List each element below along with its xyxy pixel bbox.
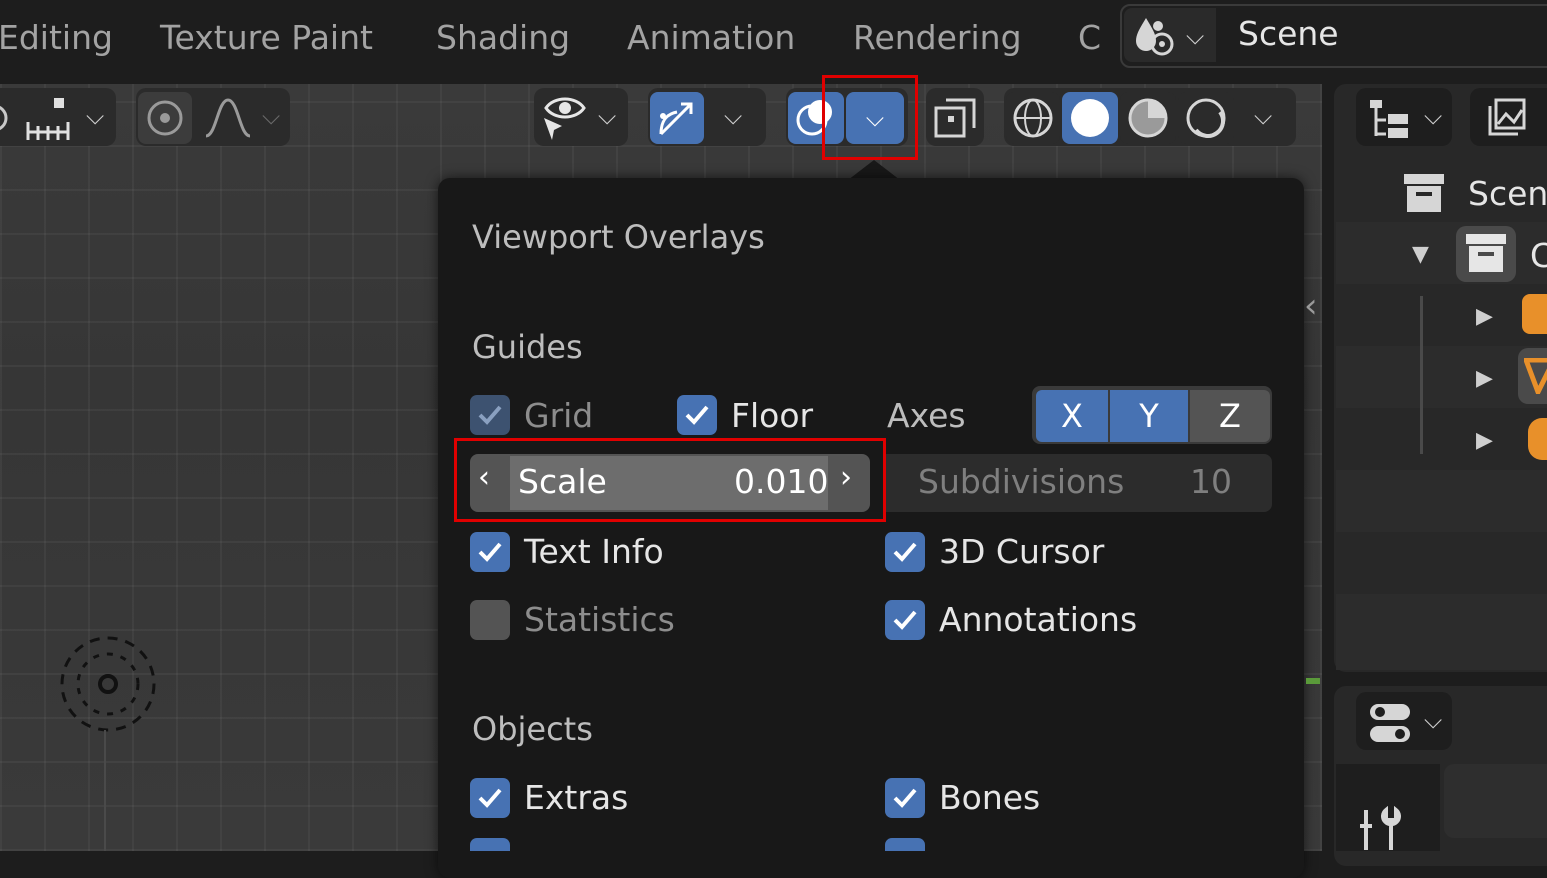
tab-texture-paint[interactable]: Texture Paint <box>160 18 373 57</box>
statistics-label: Statistics <box>524 600 675 639</box>
text-info-label: Text Info <box>524 532 664 571</box>
3d-cursor-label: 3D Cursor <box>939 532 1105 571</box>
outliner-row-stripe <box>1336 346 1547 408</box>
outliner-row-stripe <box>1336 470 1547 532</box>
wireframe-sphere-icon <box>1013 98 1053 138</box>
snap-increment-icon[interactable] <box>24 96 72 140</box>
annotations-checkbox[interactable] <box>885 600 925 640</box>
checkmark-icon <box>893 542 917 562</box>
mesh-object-icon-bg <box>1518 348 1547 404</box>
proportional-edit-icon <box>147 100 183 136</box>
checkmark-icon <box>685 405 709 425</box>
rendered-shading-button[interactable] <box>1178 92 1234 144</box>
objects-section-title: Objects <box>472 710 593 748</box>
chevron-down-icon[interactable]: ⌵ <box>86 104 104 128</box>
axis-y-toggle[interactable]: Y <box>1110 390 1188 442</box>
tab-rendering[interactable]: Rendering <box>853 18 1022 57</box>
outliner-scene-label[interactable]: Scen <box>1468 174 1547 213</box>
wireframe-shading-button[interactable] <box>1006 92 1060 144</box>
annotations-label: Annotations <box>939 600 1138 639</box>
motion-paths-checkbox[interactable] <box>885 838 925 851</box>
outliner-collection-label[interactable]: C <box>1530 236 1547 275</box>
floor-axis-line <box>104 730 106 851</box>
properties-editor-icon[interactable] <box>1366 700 1414 746</box>
expand-triangle-icon[interactable]: ▶ <box>1476 366 1493 391</box>
axis-z-toggle[interactable]: Z <box>1190 390 1270 442</box>
text-info-checkbox[interactable] <box>470 532 510 572</box>
solid-shading-button[interactable] <box>1062 92 1118 144</box>
highlight-scale-field <box>454 438 886 522</box>
falloff-curve-icon[interactable] <box>202 96 254 140</box>
snap-partial-icon <box>0 105 8 131</box>
checkmark-icon <box>478 788 502 808</box>
scene-collection-icon <box>1404 174 1444 212</box>
gizmo-icon <box>659 102 693 136</box>
tab-shading[interactable]: Shading <box>436 18 570 57</box>
checkmark-icon <box>893 610 917 630</box>
outliner-display-mode-icon[interactable] <box>1366 96 1412 142</box>
scene-name[interactable]: Scene <box>1238 14 1339 53</box>
chevron-down-icon: ⌵ <box>1186 22 1205 50</box>
chevron-down-icon[interactable]: ⌵ <box>1424 708 1442 732</box>
tab-animation[interactable]: Animation <box>627 18 795 57</box>
xray-icon[interactable] <box>932 96 978 142</box>
scene-browse-button[interactable]: ⌵ <box>1124 8 1216 62</box>
chevron-down-icon[interactable]: ⌵ <box>1424 104 1442 128</box>
bones-checkbox[interactable] <box>885 778 925 818</box>
viewport-edge-marker <box>1306 678 1320 684</box>
subdivisions-value[interactable]: 10 <box>1190 462 1232 501</box>
checkmark-icon <box>478 405 502 425</box>
sidebar-toggle-icon[interactable]: ‹ <box>1304 286 1318 326</box>
extras-checkbox[interactable] <box>470 778 510 818</box>
tree-line <box>1420 296 1423 454</box>
bones-label: Bones <box>939 778 1041 817</box>
relationship-lines-checkbox[interactable] <box>470 838 510 851</box>
properties-content <box>1444 764 1547 838</box>
checkmark-icon <box>893 788 917 808</box>
mesh-object-icon <box>1524 358 1547 394</box>
guides-section-title: Guides <box>472 328 583 366</box>
highlight-overlays-dropdown <box>822 75 918 160</box>
proportional-edit-button[interactable] <box>138 92 192 144</box>
extras-label: Extras <box>524 778 629 817</box>
chevron-down-icon[interactable]: ⌵ <box>1254 104 1272 128</box>
collection-icon-bg <box>1456 226 1516 282</box>
floor-checkbox[interactable] <box>677 395 717 435</box>
collapse-triangle-icon[interactable]: ▼ <box>1412 242 1429 267</box>
axis-x-toggle[interactable]: X <box>1036 390 1108 442</box>
subdivisions-label: Subdivisions <box>918 462 1125 501</box>
chevron-down-icon[interactable]: ⌵ <box>724 104 742 128</box>
camera-object-icon <box>1522 294 1547 334</box>
checkmark-icon <box>478 542 502 562</box>
gizmo-toggle-button[interactable] <box>650 92 704 144</box>
collection-box-icon <box>1466 234 1506 272</box>
chevron-down-icon[interactable]: ⌵ <box>598 104 616 128</box>
popover-arrow <box>848 160 900 180</box>
popover-title: Viewport Overlays <box>472 218 765 256</box>
statistics-checkbox[interactable] <box>470 600 510 640</box>
grid-label: Grid <box>524 396 594 435</box>
outliner-row-stripe <box>1336 594 1547 670</box>
image-stack-icon[interactable] <box>1484 96 1530 142</box>
light-object-icon <box>1528 418 1547 460</box>
selectability-visibility-icon[interactable] <box>540 94 590 142</box>
tool-settings-icon[interactable] <box>1356 806 1402 851</box>
tab-editing[interactable]: Editing <box>0 18 113 57</box>
3d-cursor-icon <box>60 636 156 732</box>
material-preview-button[interactable] <box>1120 92 1176 144</box>
axes-label: Axes <box>887 396 966 435</box>
tab-compositing-partial[interactable]: C <box>1078 18 1101 57</box>
material-sphere-icon <box>1128 98 1168 138</box>
floor-label: Floor <box>731 396 814 435</box>
3d-cursor-checkbox[interactable] <box>885 532 925 572</box>
chevron-down-icon[interactable]: ⌵ <box>262 104 280 128</box>
solid-sphere-icon <box>1071 99 1109 137</box>
grid-checkbox[interactable] <box>470 395 510 435</box>
rendered-sphere-icon <box>1186 98 1226 138</box>
expand-triangle-icon[interactable]: ▶ <box>1476 428 1493 453</box>
viewport-overlays-popover <box>438 178 1304 878</box>
scene-icon <box>1136 18 1174 56</box>
expand-triangle-icon[interactable]: ▶ <box>1476 304 1493 329</box>
